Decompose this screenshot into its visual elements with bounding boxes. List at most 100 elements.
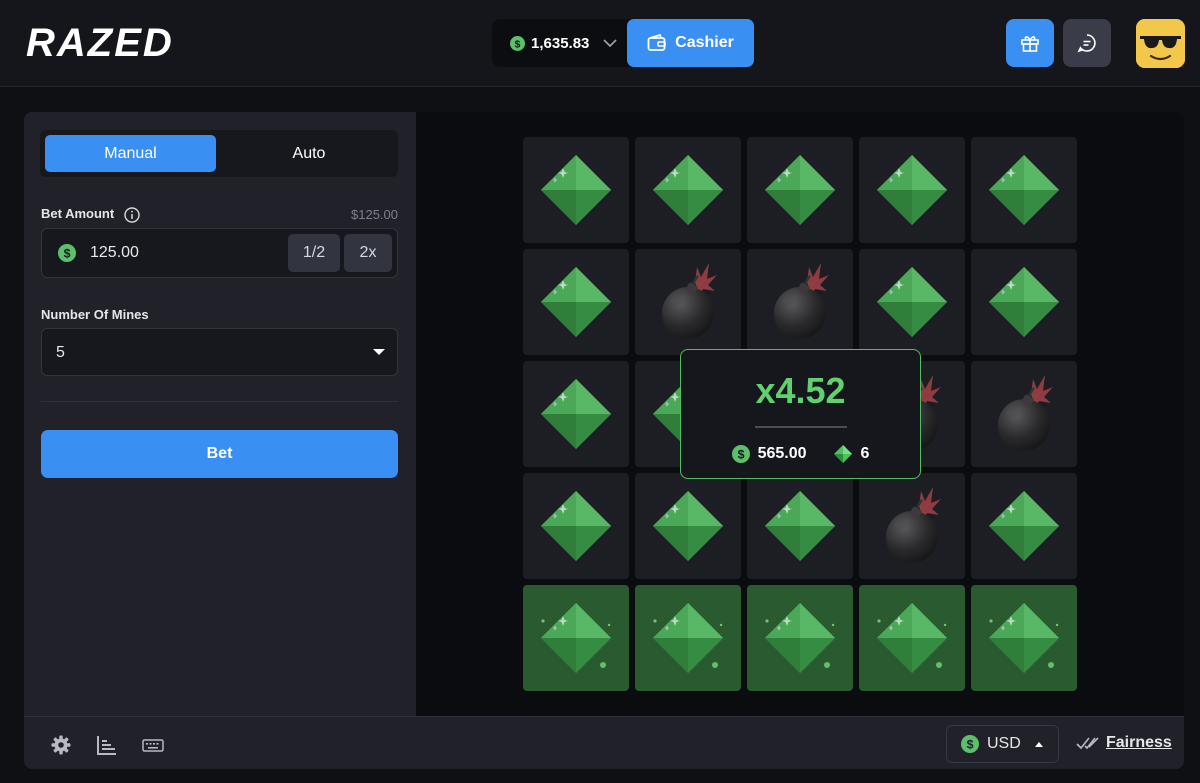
wallet-icon: [647, 34, 666, 51]
tile-gem[interactable]: [523, 361, 629, 467]
gem-icon: [653, 603, 723, 673]
tile-gem[interactable]: [971, 137, 1077, 243]
tab-auto[interactable]: Auto: [224, 135, 394, 172]
dollar-coin-icon: $: [58, 244, 76, 262]
gem-icon: [653, 491, 723, 561]
svg-text:$: $: [515, 39, 521, 50]
caret-up-icon: [1034, 741, 1043, 747]
svg-text:$: $: [967, 738, 974, 752]
gem-icon: [989, 603, 1059, 673]
gem-icon: [541, 491, 611, 561]
double-check-icon: [1076, 737, 1099, 750]
double-bet-button[interactable]: 2x: [344, 234, 392, 272]
balance-display[interactable]: $ 1,635.83: [510, 19, 589, 67]
tile-gem[interactable]: [971, 249, 1077, 355]
sunglasses-emoji-icon: [1136, 19, 1185, 68]
tile-mine[interactable]: [971, 361, 1077, 467]
bet-amount-value[interactable]: 125.00: [90, 244, 139, 262]
stats-icon[interactable]: [96, 734, 118, 756]
tile-mine[interactable]: [747, 249, 853, 355]
bet-amount-input[interactable]: $ 125.00 1/2 2x: [41, 228, 398, 278]
caret-down-icon: [373, 349, 385, 355]
chat-button[interactable]: [1063, 19, 1111, 67]
payout-card: x4.52 $ 565.00 6: [680, 349, 921, 479]
currency-select[interactable]: $ USD: [946, 725, 1059, 763]
logo-text: RAZED: [26, 22, 174, 62]
tile-gem[interactable]: [635, 585, 741, 691]
tile-gem[interactable]: [859, 249, 965, 355]
tile-gem[interactable]: [635, 137, 741, 243]
payout-details: $ 565.00 6: [681, 444, 920, 464]
currency-label: USD: [987, 735, 1021, 752]
tile-gem[interactable]: [971, 585, 1077, 691]
mines-count-value: 5: [56, 344, 65, 361]
dollar-coin-icon: $: [510, 35, 525, 51]
top-header: RAZED $ 1,635.83 Cashier: [0, 0, 1200, 87]
cashier-button[interactable]: Cashier: [627, 19, 754, 67]
bet-button[interactable]: Bet: [41, 430, 398, 478]
chevron-down-icon[interactable]: [602, 35, 618, 51]
payout-amount: 565.00: [757, 445, 807, 462]
gem-icon: [653, 155, 723, 225]
tile-gem[interactable]: [859, 137, 965, 243]
gem-icon: [541, 603, 611, 673]
gem-icon: [765, 603, 835, 673]
mines-count-select[interactable]: 5: [41, 328, 398, 376]
gem-icon: [989, 155, 1059, 225]
balance-amount: 1,635.83: [531, 34, 590, 52]
gift-icon: [1021, 36, 1039, 52]
payout-multiplier: x4.52: [755, 370, 846, 411]
tile-gem[interactable]: [859, 585, 965, 691]
gem-icon: [765, 155, 835, 225]
tile-gem[interactable]: [523, 585, 629, 691]
bet-amount-label: Bet Amount: [41, 206, 115, 221]
cashier-label: Cashier: [675, 34, 734, 51]
gem-icon: [877, 603, 947, 673]
bomb-icon: [886, 487, 941, 563]
settings-icon[interactable]: [50, 734, 72, 756]
bomb-icon: [662, 263, 717, 339]
tile-gem[interactable]: [523, 249, 629, 355]
svg-text:$: $: [737, 448, 744, 462]
dollar-coin-icon: $: [731, 445, 750, 463]
rewards-button[interactable]: [1006, 19, 1054, 67]
mines-label: Number Of Mines: [41, 307, 149, 322]
razed-logo[interactable]: RAZED: [24, 22, 242, 62]
bomb-icon: [998, 375, 1053, 451]
tile-gem[interactable]: [523, 137, 629, 243]
keyboard-icon[interactable]: [142, 734, 164, 756]
tile-gem[interactable]: [971, 473, 1077, 579]
fairness-link[interactable]: Fairness: [1076, 734, 1172, 752]
gem-icon: [877, 267, 947, 337]
gem-icon: [989, 491, 1059, 561]
gem-icon: [541, 155, 611, 225]
user-avatar[interactable]: [1136, 19, 1185, 68]
mines-game: Manual Auto Bet Amount $125.00 $ 125.00 …: [24, 112, 1184, 769]
bet-amount-usd: $125.00: [351, 207, 398, 222]
gem-icon: [765, 491, 835, 561]
divider: [41, 401, 398, 402]
info-icon[interactable]: [124, 206, 140, 223]
bet-amount-heading: Bet Amount: [41, 206, 140, 223]
tile-gem[interactable]: [635, 473, 741, 579]
half-bet-button[interactable]: 1/2: [288, 234, 340, 272]
gem-icon: [877, 155, 947, 225]
tile-gem[interactable]: [747, 137, 853, 243]
tile-mine[interactable]: [635, 249, 741, 355]
fairness-label: Fairness: [1106, 734, 1172, 751]
gem-icon: [541, 267, 611, 337]
gem-icon: [541, 379, 611, 449]
tile-gem[interactable]: [523, 473, 629, 579]
payout-divider: [755, 426, 847, 428]
payout-gem-count: 6: [860, 445, 870, 462]
tile-gem[interactable]: [747, 473, 853, 579]
tile-mine[interactable]: [859, 473, 965, 579]
tab-manual[interactable]: Manual: [45, 135, 216, 172]
dollar-coin-icon: $: [961, 735, 979, 753]
gem-icon: [989, 267, 1059, 337]
chat-bubble-icon: [1077, 34, 1096, 53]
bomb-icon: [774, 263, 829, 339]
game-footer: $ USD Fairness: [24, 716, 1184, 769]
gem-icon: [833, 445, 852, 463]
tile-gem[interactable]: [747, 585, 853, 691]
